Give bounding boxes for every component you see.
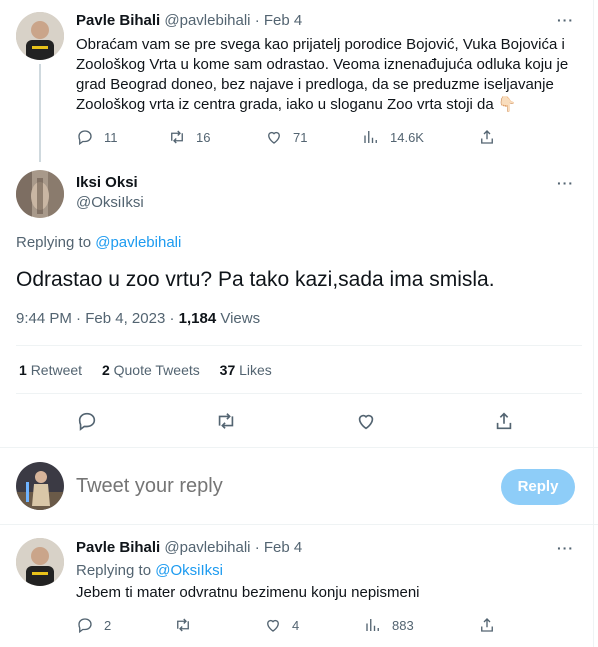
retweets-label: Retweet	[30, 362, 83, 378]
reply-button[interactable]: 2	[76, 616, 111, 634]
replying-to-line: Replying to @OksiIksi	[76, 562, 223, 579]
replying-to-label: Replying to	[76, 562, 152, 579]
views-count: 883	[392, 617, 414, 633]
replying-to-label: Replying to	[16, 234, 92, 251]
like-button[interactable]: 4	[264, 616, 299, 634]
tweet-time[interactable]: 9:44 PM	[16, 310, 72, 327]
views-icon	[366, 619, 379, 631]
retweet-icon	[218, 413, 234, 429]
share-button[interactable]	[478, 128, 496, 146]
avatar-photo-icon	[16, 12, 64, 60]
retweet-button[interactable]	[215, 410, 237, 432]
reply-icon	[78, 618, 92, 634]
reply-submit-button[interactable]: Reply	[501, 469, 575, 505]
likes-label: Likes	[239, 362, 272, 378]
like-count: 71	[293, 129, 308, 145]
author-name[interactable]: Pavle Bihali	[76, 539, 160, 556]
tweet-date[interactable]: Feb 4	[264, 12, 302, 29]
views-button[interactable]: 883	[364, 616, 414, 634]
share-icon	[481, 618, 493, 632]
share-icon	[481, 130, 493, 144]
more-options-icon[interactable]: ···	[557, 12, 574, 28]
avatar-photo-icon	[16, 538, 64, 586]
tweet-date[interactable]: Feb 4	[264, 539, 302, 556]
reply-input[interactable]	[76, 472, 476, 500]
replying-to-handle[interactable]: @OksiIksi	[155, 562, 223, 579]
views-label: Views	[220, 310, 261, 327]
retweet-button[interactable]	[174, 616, 202, 634]
quotes-count: 2	[101, 362, 110, 378]
likes-count: 37	[219, 362, 236, 378]
time-separator: ·	[76, 310, 82, 327]
more-options-icon[interactable]: ···	[557, 540, 574, 556]
engagement-stats: 1 Retweet 2 Quote Tweets 37 Likes	[19, 362, 272, 378]
tweet-text-line: Zoološkog vrta iz centra grada, iako u s…	[76, 96, 517, 113]
divider	[16, 393, 582, 394]
tweet-date[interactable]: Feb 4, 2023	[85, 310, 165, 327]
retweet-button[interactable]: 16	[168, 128, 210, 146]
heart-icon	[268, 131, 280, 144]
share-button[interactable]	[493, 410, 515, 432]
date-separator: ·	[169, 310, 175, 327]
avatar[interactable]	[16, 462, 64, 510]
author-handle[interactable]: @OksiIksi	[76, 194, 144, 211]
heart-icon	[358, 414, 374, 430]
avatar[interactable]	[16, 170, 64, 218]
author-handle[interactable]: @pavlebihali	[164, 12, 250, 29]
views-button[interactable]: 14.6K	[362, 128, 424, 146]
divider	[0, 447, 598, 448]
views-count: 14.6K	[390, 129, 424, 145]
retweets-stat[interactable]: 1 Retweet	[19, 362, 82, 378]
like-button[interactable]	[355, 410, 377, 432]
quotes-stat[interactable]: 2 Quote Tweets	[102, 362, 200, 378]
tweet-text: Obraćam vam se pre svega kao prijatelj p…	[76, 35, 576, 115]
author-name[interactable]: Pavle Bihali	[76, 12, 160, 29]
main-tweet-text: Odrastao u zoo vrtu? Pa tako kazi,sada i…	[16, 268, 495, 291]
author-handle[interactable]: @pavlebihali	[164, 539, 250, 556]
tweet-text: Jebem ti mater odvratnu bezimenu konju n…	[76, 584, 420, 601]
time-separator: ·	[254, 12, 260, 29]
reply-icon	[78, 130, 92, 146]
likes-stat[interactable]: 37 Likes	[220, 362, 272, 378]
avatar[interactable]	[16, 12, 64, 60]
thread-line	[39, 64, 41, 162]
views-icon	[364, 131, 377, 143]
tweet-text-line: Zoološkog Vrta u kome sam odrastao. Veom…	[76, 56, 569, 73]
heart-icon	[267, 619, 279, 632]
retweet-icon	[171, 130, 183, 144]
right-border	[593, 0, 594, 647]
reply-count: 11	[104, 129, 118, 145]
replying-to-handle[interactable]: @pavlebihali	[95, 234, 181, 251]
divider	[16, 345, 582, 346]
share-icon	[496, 412, 512, 430]
retweet-count: 16	[196, 129, 211, 145]
retweet-icon	[177, 618, 189, 632]
avatar-photo-icon	[16, 170, 64, 218]
reply-button[interactable]	[76, 410, 98, 432]
views-count: 1,184	[178, 310, 217, 327]
retweets-count: 1	[19, 362, 27, 378]
share-button[interactable]	[478, 616, 496, 634]
author-name[interactable]: Iksi Oksi	[76, 174, 138, 191]
reply-button[interactable]: 11	[76, 128, 118, 146]
avatar[interactable]	[16, 538, 64, 586]
time-separator: ·	[254, 539, 260, 556]
reply-icon	[78, 412, 96, 431]
divider	[0, 524, 598, 525]
avatar-photo-icon	[16, 462, 64, 510]
quotes-label: Quote Tweets	[113, 362, 200, 378]
reply-count: 2	[104, 617, 112, 633]
like-button[interactable]: 71	[265, 128, 307, 146]
replying-to-line: Replying to @pavlebihali	[16, 234, 181, 251]
like-count: 4	[292, 617, 300, 633]
tweet-timestamp-line: 9:44 PM · Feb 4, 2023 · 1,184 Views	[16, 310, 260, 327]
tweet-text-line: grad Beograd doneo, bez najave i predlog…	[76, 76, 554, 93]
tweet-text-line: Obraćam vam se pre svega kao prijatelj p…	[76, 36, 565, 53]
more-options-icon[interactable]: ···	[557, 175, 574, 191]
